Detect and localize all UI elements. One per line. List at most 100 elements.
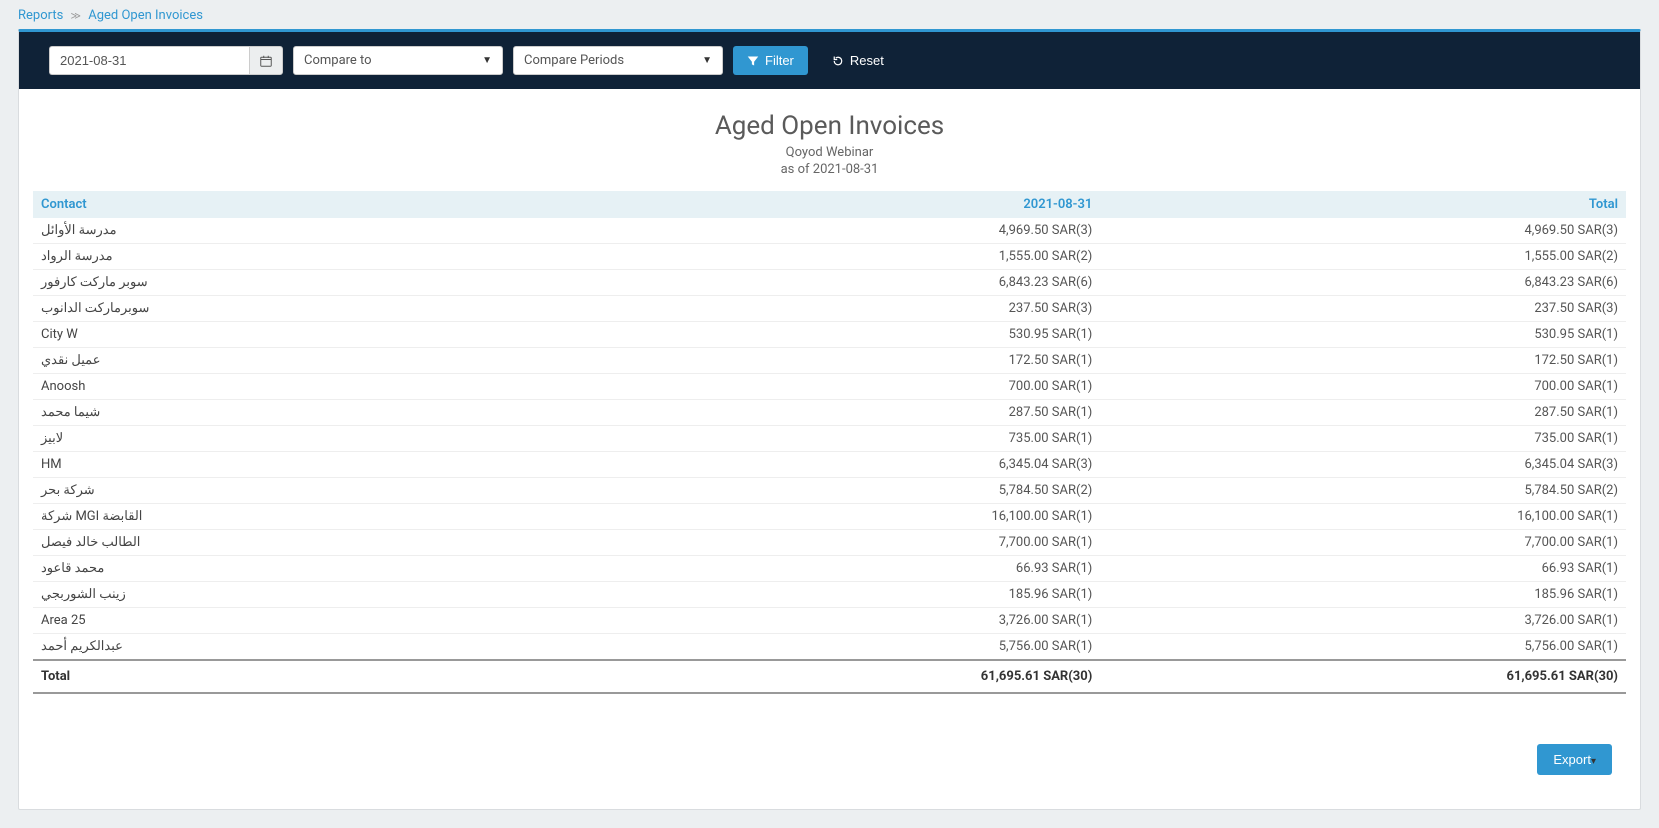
table-row: مدرسة الرواد1,555.00 SAR(2)1,555.00 SAR(… bbox=[33, 244, 1626, 270]
col-period[interactable]: 2021-08-31 bbox=[575, 191, 1101, 218]
cell-total: 4,969.50 SAR(3) bbox=[1100, 218, 1626, 244]
date-input-group bbox=[49, 46, 283, 75]
export-button[interactable]: Export▾ bbox=[1537, 744, 1612, 775]
chevron-right-icon: ≫ bbox=[71, 11, 81, 22]
reset-button-label: Reset bbox=[850, 53, 884, 68]
cell-period: 237.50 SAR(3) bbox=[575, 296, 1101, 322]
aged-invoices-table: Contact 2021-08-31 Total مدرسة الأوائل4,… bbox=[33, 191, 1626, 694]
cell-period: 172.50 SAR(1) bbox=[575, 348, 1101, 374]
cell-total: 3,726.00 SAR(1) bbox=[1100, 608, 1626, 634]
cell-total: 1,555.00 SAR(2) bbox=[1100, 244, 1626, 270]
date-input[interactable] bbox=[49, 46, 249, 75]
table-header-row: Contact 2021-08-31 Total bbox=[33, 191, 1626, 218]
breadcrumb-root-link[interactable]: Reports bbox=[18, 8, 63, 23]
cell-contact[interactable]: لابيز bbox=[33, 426, 575, 452]
table-row: Anoosh700.00 SAR(1)700.00 SAR(1) bbox=[33, 374, 1626, 400]
cell-period: 5,756.00 SAR(1) bbox=[575, 634, 1101, 661]
cell-period: 530.95 SAR(1) bbox=[575, 322, 1101, 348]
cell-contact[interactable]: شيما محمد bbox=[33, 400, 575, 426]
cell-total: 530.95 SAR(1) bbox=[1100, 322, 1626, 348]
cell-period: 185.96 SAR(1) bbox=[575, 582, 1101, 608]
table-row: سوبرماركت الدانوب237.50 SAR(3)237.50 SAR… bbox=[33, 296, 1626, 322]
filter-button[interactable]: Filter bbox=[733, 46, 808, 75]
compare-to-label: Compare to bbox=[304, 53, 372, 68]
table-row: شركة MGI القابضة16,100.00 SAR(1)16,100.0… bbox=[33, 504, 1626, 530]
cell-period: 4,969.50 SAR(3) bbox=[575, 218, 1101, 244]
report-title: Aged Open Invoices bbox=[33, 111, 1626, 141]
cell-contact[interactable]: الطالب خالد فيصل bbox=[33, 530, 575, 556]
cell-total: 237.50 SAR(3) bbox=[1100, 296, 1626, 322]
calendar-button[interactable] bbox=[249, 46, 283, 75]
cell-contact[interactable]: شركة MGI القابضة bbox=[33, 504, 575, 530]
table-row: لابيز735.00 SAR(1)735.00 SAR(1) bbox=[33, 426, 1626, 452]
cell-contact[interactable]: HM bbox=[33, 452, 575, 478]
table-footer-row: Total 61,695.61 SAR(30) 61,695.61 SAR(30… bbox=[33, 660, 1626, 693]
cell-total: 6,345.04 SAR(3) bbox=[1100, 452, 1626, 478]
table-row: City W530.95 SAR(1)530.95 SAR(1) bbox=[33, 322, 1626, 348]
cell-contact[interactable]: محمد قاعود bbox=[33, 556, 575, 582]
reset-button[interactable]: Reset bbox=[818, 46, 898, 75]
cell-contact[interactable]: زينب الشوربجي bbox=[33, 582, 575, 608]
cell-period: 700.00 SAR(1) bbox=[575, 374, 1101, 400]
export-button-label: Export bbox=[1553, 752, 1591, 767]
cell-total: 700.00 SAR(1) bbox=[1100, 374, 1626, 400]
compare-periods-label: Compare Periods bbox=[524, 53, 624, 68]
cell-total: 5,784.50 SAR(2) bbox=[1100, 478, 1626, 504]
filter-icon bbox=[747, 55, 759, 67]
cell-period: 287.50 SAR(1) bbox=[575, 400, 1101, 426]
cell-total: 735.00 SAR(1) bbox=[1100, 426, 1626, 452]
cell-total: 16,100.00 SAR(1) bbox=[1100, 504, 1626, 530]
table-row: محمد قاعود66.93 SAR(1)66.93 SAR(1) bbox=[33, 556, 1626, 582]
calendar-icon bbox=[260, 55, 272, 67]
cell-contact[interactable]: شركة بحر bbox=[33, 478, 575, 504]
cell-contact[interactable]: مدرسة الأوائل bbox=[33, 218, 575, 244]
table-row: الطالب خالد فيصل7,700.00 SAR(1)7,700.00 … bbox=[33, 530, 1626, 556]
col-total[interactable]: Total bbox=[1100, 191, 1626, 218]
cell-total: 66.93 SAR(1) bbox=[1100, 556, 1626, 582]
table-row: مدرسة الأوائل4,969.50 SAR(3)4,969.50 SAR… bbox=[33, 218, 1626, 244]
cell-period: 6,843.23 SAR(6) bbox=[575, 270, 1101, 296]
cell-period: 1,555.00 SAR(2) bbox=[575, 244, 1101, 270]
col-contact[interactable]: Contact bbox=[33, 191, 575, 218]
cell-total: 287.50 SAR(1) bbox=[1100, 400, 1626, 426]
cell-contact[interactable]: سوبرماركت الدانوب bbox=[33, 296, 575, 322]
cell-contact[interactable]: Anoosh bbox=[33, 374, 575, 400]
compare-periods-select[interactable]: Compare Periods ▼ bbox=[513, 46, 723, 75]
cell-period: 735.00 SAR(1) bbox=[575, 426, 1101, 452]
cell-total: 185.96 SAR(1) bbox=[1100, 582, 1626, 608]
footer-total: 61,695.61 SAR(30) bbox=[1100, 660, 1626, 693]
table-row: Area 253,726.00 SAR(1)3,726.00 SAR(1) bbox=[33, 608, 1626, 634]
cell-period: 3,726.00 SAR(1) bbox=[575, 608, 1101, 634]
export-row: Export▾ bbox=[33, 694, 1626, 785]
table-row: HM6,345.04 SAR(3)6,345.04 SAR(3) bbox=[33, 452, 1626, 478]
breadcrumb: Reports ≫ Aged Open Invoices bbox=[18, 0, 1641, 29]
table-row: عبدالكريم أحمد5,756.00 SAR(1)5,756.00 SA… bbox=[33, 634, 1626, 661]
cell-total: 6,843.23 SAR(6) bbox=[1100, 270, 1626, 296]
cell-period: 16,100.00 SAR(1) bbox=[575, 504, 1101, 530]
cell-contact[interactable]: عميل نقدي bbox=[33, 348, 575, 374]
table-row: شيما محمد287.50 SAR(1)287.50 SAR(1) bbox=[33, 400, 1626, 426]
reset-icon bbox=[832, 55, 844, 67]
cell-total: 7,700.00 SAR(1) bbox=[1100, 530, 1626, 556]
cell-contact[interactable]: سوبر ماركت كارفور bbox=[33, 270, 575, 296]
cell-period: 5,784.50 SAR(2) bbox=[575, 478, 1101, 504]
caret-down-icon: ▼ bbox=[482, 55, 492, 66]
footer-period: 61,695.61 SAR(30) bbox=[575, 660, 1101, 693]
cell-contact[interactable]: عبدالكريم أحمد bbox=[33, 634, 575, 661]
table-row: شركة بحر5,784.50 SAR(2)5,784.50 SAR(2) bbox=[33, 478, 1626, 504]
report-panel: Compare to ▼ Compare Periods ▼ Filter Re… bbox=[18, 29, 1641, 810]
filter-bar: Compare to ▼ Compare Periods ▼ Filter Re… bbox=[19, 32, 1640, 89]
footer-label: Total bbox=[33, 660, 575, 693]
cell-total: 5,756.00 SAR(1) bbox=[1100, 634, 1626, 661]
cell-contact[interactable]: City W bbox=[33, 322, 575, 348]
compare-to-select[interactable]: Compare to ▼ bbox=[293, 46, 503, 75]
report-body: Aged Open Invoices Qoyod Webinar as of 2… bbox=[19, 89, 1640, 809]
cell-period: 6,345.04 SAR(3) bbox=[575, 452, 1101, 478]
cell-contact[interactable]: Area 25 bbox=[33, 608, 575, 634]
caret-down-icon: ▼ bbox=[702, 55, 712, 66]
table-row: زينب الشوربجي185.96 SAR(1)185.96 SAR(1) bbox=[33, 582, 1626, 608]
cell-contact[interactable]: مدرسة الرواد bbox=[33, 244, 575, 270]
report-as-of: as of 2021-08-31 bbox=[33, 162, 1626, 177]
caret-down-icon: ▾ bbox=[1591, 756, 1596, 767]
breadcrumb-current-link[interactable]: Aged Open Invoices bbox=[88, 8, 203, 23]
